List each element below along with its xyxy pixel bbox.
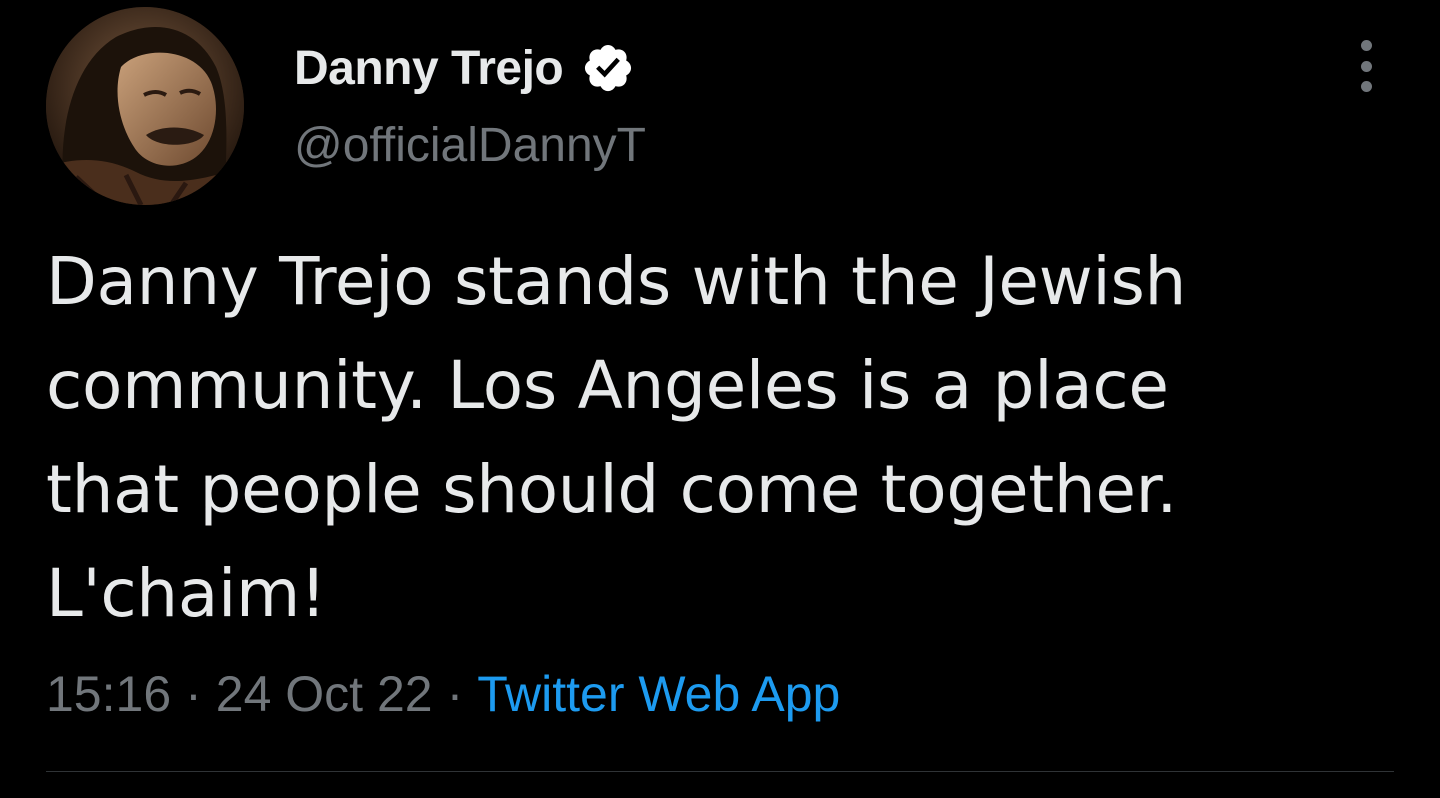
more-dot [1360, 60, 1372, 72]
more-options-icon[interactable] [1346, 40, 1386, 92]
tweet-text: Danny Trejo stands with the Jewish commu… [46, 243, 1187, 632]
author-handle[interactable]: @officialDannyT [294, 118, 646, 173]
tweet-time[interactable]: 15:16 [46, 665, 171, 723]
meta-separator: · [185, 666, 202, 722]
tweet-date[interactable]: 24 Oct 22 [216, 665, 433, 723]
tweet-meta: 15:16 · 24 Oct 22 · Twitter Web App [46, 664, 840, 724]
avatar[interactable] [46, 7, 244, 205]
verified-badge-icon [585, 44, 632, 92]
tweet: Danny Trejo @officialDannyT Danny Trejo … [0, 0, 1440, 798]
divider [46, 771, 1394, 772]
more-dot [1360, 40, 1372, 51]
author-name-row[interactable]: Danny Trejo [294, 38, 635, 98]
profile-photo [46, 7, 244, 205]
meta-separator: · [446, 666, 464, 722]
author-display-name[interactable]: Danny Trejo [294, 41, 564, 96]
more-dot [1360, 81, 1372, 92]
tweet-source-link[interactable]: Twitter Web App [477, 665, 840, 723]
